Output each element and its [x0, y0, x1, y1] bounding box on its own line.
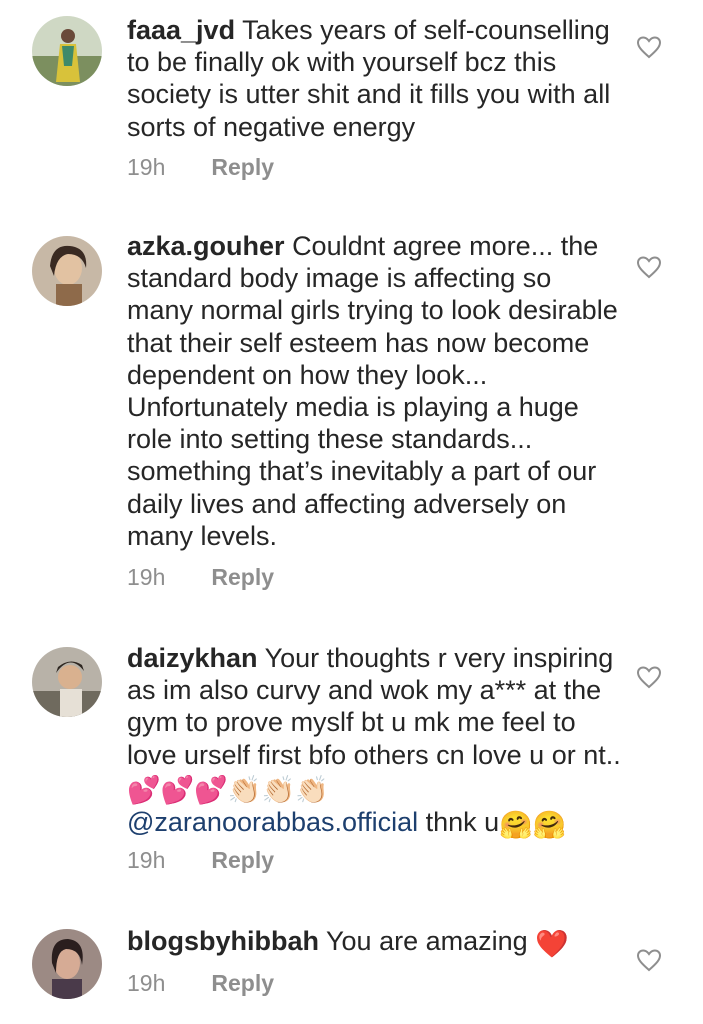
avatar[interactable]	[32, 236, 102, 306]
avatar[interactable]	[32, 16, 102, 86]
username[interactable]: daizykhan	[127, 643, 258, 673]
reply-button[interactable]: Reply	[211, 564, 274, 590]
timestamp: 19h	[127, 154, 166, 180]
username[interactable]: blogsbyhibbah	[127, 926, 319, 956]
comment-text: blogsbyhibbah You are amazing ❤️	[127, 925, 622, 960]
reply-button[interactable]: Reply	[211, 847, 274, 873]
comment-body-end: thnk u	[425, 807, 500, 838]
username[interactable]: faaa_jvd	[127, 15, 235, 45]
comment-meta: 19h Reply	[127, 564, 274, 591]
red-heart-emoji: ❤️	[535, 929, 569, 959]
comment-meta: 19h Reply	[127, 970, 274, 997]
username[interactable]: azka.gouher	[127, 231, 285, 261]
like-heart-icon[interactable]	[636, 948, 662, 972]
timestamp: 19h	[127, 970, 166, 996]
comment-meta: 19h Reply	[127, 847, 274, 874]
timestamp: 19h	[127, 847, 166, 873]
like-heart-icon[interactable]	[636, 35, 662, 59]
reply-button[interactable]: Reply	[211, 970, 274, 996]
comment-text: azka.gouher Couldnt agree more... the st…	[127, 230, 622, 552]
emoji-hug: 🤗🤗	[499, 810, 567, 841]
timestamp: 19h	[127, 564, 166, 590]
comment-meta: 19h Reply	[127, 154, 274, 181]
avatar[interactable]	[32, 647, 102, 717]
mention-link[interactable]: @zaranoorabbas.official	[127, 807, 418, 837]
reply-button[interactable]: Reply	[211, 154, 274, 180]
avatar[interactable]	[32, 929, 102, 999]
like-heart-icon[interactable]	[636, 255, 662, 279]
comment-text: daizykhan Your thoughts r very inspiring…	[127, 642, 622, 841]
comment-body: You are amazing	[326, 926, 528, 956]
emoji-hearts-clap: 💕💕💕👏🏻👏🏻👏🏻	[127, 774, 329, 805]
comment-text: faaa_jvd Takes years of self-counselling…	[127, 14, 622, 143]
comment-body: Couldnt agree more... the standard body …	[127, 231, 618, 551]
like-heart-icon[interactable]	[636, 665, 662, 689]
